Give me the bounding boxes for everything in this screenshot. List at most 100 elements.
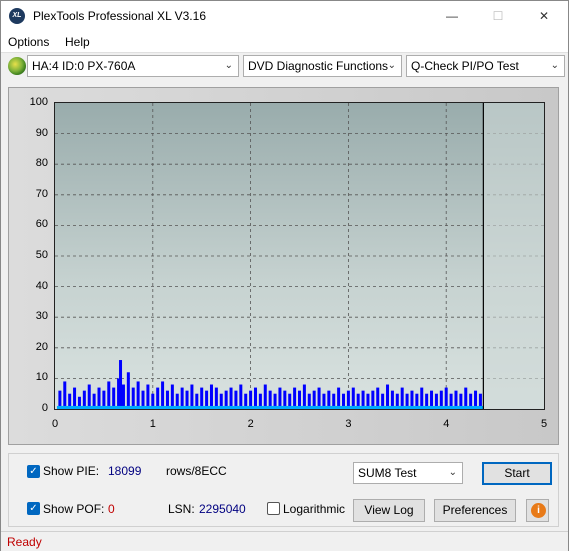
preferences-button[interactable]: Preferences [434,499,516,522]
chart-bar [214,387,218,409]
chart-bar [121,384,125,409]
app-logo-icon: XL [9,8,25,24]
chevron-down-icon: ⌄ [224,60,233,71]
chart-bar [63,381,67,409]
baseline-band [56,405,484,409]
chart-bar [464,387,468,409]
status-bar: Ready [1,531,568,551]
status-text: Ready [7,535,42,549]
title-bar: XL PlexTools Professional XL V3.16 — ☐ ✕ [1,1,568,31]
minimize-icon[interactable]: — [429,1,475,31]
sum-test-value: SUM8 Test [358,466,417,480]
chevron-down-icon: ⌄ [387,60,396,71]
chevron-down-icon: ⌄ [550,60,559,71]
chart-bar [156,387,160,409]
plot-area [54,102,545,410]
chart-bar [444,387,448,409]
chart-bar [180,387,184,409]
menu-options[interactable]: Options [8,35,49,49]
y-tick-label: 0 [41,402,48,414]
pof-value: 0 [108,502,115,516]
chart-bar [97,387,101,409]
info-icon: i [531,503,546,518]
chart-bar [293,387,297,409]
y-tick-label: 70 [35,187,48,200]
window-title: PlexTools Professional XL V3.16 [33,9,206,23]
lsn-value: 2295040 [199,502,246,516]
chart-bar [200,387,204,409]
chart-bar [161,381,165,409]
menu-help[interactable]: Help [65,35,90,49]
chart-bar [386,384,390,409]
chart-bar [400,387,404,409]
preferences-label: Preferences [442,503,508,517]
x-tick-label: 4 [443,418,450,430]
view-log-label: View Log [364,503,414,517]
chart-bar [209,384,213,409]
maximize-icon[interactable]: ☐ [475,1,521,31]
x-tick-label: 1 [149,418,156,430]
chart-bar [263,384,267,409]
y-tick-label: 10 [35,371,48,384]
start-button[interactable]: Start [482,462,552,485]
chart-bar [170,384,174,409]
start-button-label: Start [504,466,530,480]
controls-panel: ✓ Show PIE: 18099 rows/8ECC SUM8 Test ⌄ … [8,453,559,527]
chart-bar [107,381,111,409]
menu-bar: Options Help [1,31,568,53]
pie-value: 18099 [108,464,142,478]
chart-bar [119,360,123,409]
function-select[interactable]: DVD Diagnostic Functions ⌄ [243,55,402,77]
show-pof-checkbox[interactable]: ✓ [27,502,40,515]
chart-bar [239,384,243,409]
chart-panel: 0 10 20 30 40 50 60 70 80 90 100 0 1 2 3 4 5 [8,87,559,445]
chart-bar [351,387,355,409]
logarithmic-checkbox[interactable] [267,502,280,515]
test-select[interactable]: Q-Check PI/PO Test ⌄ [406,55,565,77]
unused-region [483,103,544,409]
x-tick-label: 0 [52,418,59,430]
x-tick-label: 2 [247,418,254,430]
info-button[interactable]: i [526,499,549,522]
x-tick-label: 3 [345,418,352,430]
drive-select[interactable]: HA:4 ID:0 PX-760A ⌄ [27,55,239,77]
logarithmic-label: Logarithmic [283,502,346,516]
chart-bar [229,387,233,409]
y-tick-label: 100 [29,96,48,108]
chart-bar [126,372,130,409]
y-tick-label: 80 [35,157,48,170]
chart-bar [146,384,150,409]
function-select-value: DVD Diagnostic Functions [248,59,389,73]
chart-bar [253,387,257,409]
app-window: XL PlexTools Professional XL V3.16 — ☐ ✕… [0,0,569,551]
chart-bar [337,387,341,409]
drive-select-value: HA:4 ID:0 PX-760A [32,59,136,73]
show-pie-label: Show PIE: [43,464,100,478]
pi-chart [55,103,544,409]
test-select-value: Q-Check PI/PO Test [411,59,519,73]
chart-bar [302,384,306,409]
lsn-label: LSN: [168,502,195,516]
show-pie-checkbox[interactable]: ✓ [27,465,40,478]
chevron-down-icon: ⌄ [448,467,457,478]
pie-unit: rows/8ECC [166,464,227,478]
y-tick-label: 60 [35,218,48,231]
x-tick-label: 5 [541,418,548,430]
chart-bar [190,384,194,409]
chart-bar [87,384,91,409]
y-tick-label: 50 [35,249,48,261]
chart-bar [73,387,77,409]
y-tick-label: 30 [35,310,48,323]
y-tick-label: 90 [35,126,48,139]
chart-bar [112,387,116,409]
chart-bar [278,387,282,409]
sum-test-select[interactable]: SUM8 Test ⌄ [353,462,463,484]
chart-bar [420,387,424,409]
chart-bar [317,387,321,409]
close-icon[interactable]: ✕ [521,1,567,31]
y-tick-label: 40 [35,279,48,292]
y-tick-label: 20 [35,340,48,353]
chart-bar [131,387,135,409]
chart-bar [136,381,140,409]
view-log-button[interactable]: View Log [353,499,425,522]
